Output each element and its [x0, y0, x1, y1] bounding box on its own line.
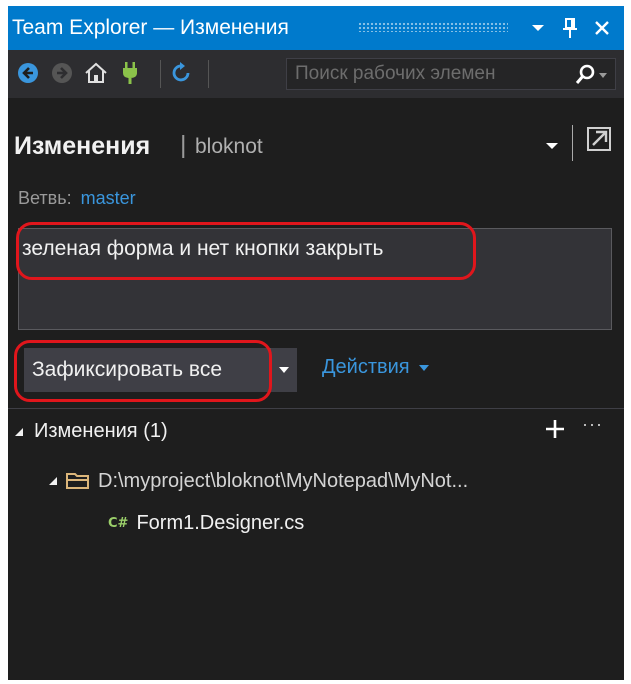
commit-message-field[interactable]: зеленая форма и нет кнопки закрыть — [18, 228, 612, 330]
back-icon[interactable] — [14, 58, 42, 88]
toolbar: Поиск рабочих элемен — [8, 50, 624, 98]
window-menu-dropdown-icon[interactable] — [524, 12, 552, 44]
branch-label: Ветвь: — [18, 188, 72, 208]
title-bar: Team Explorer — Изменения — [8, 6, 624, 50]
search-input[interactable]: Поиск рабочих элемен — [295, 63, 557, 85]
branch-info: Ветвь: master — [18, 188, 136, 209]
file-name: Form1.Designer.cs — [136, 511, 305, 534]
page-header: Изменения | bloknot — [8, 98, 624, 176]
toolbar-separator — [208, 60, 209, 88]
page-title: Изменения — [14, 132, 151, 160]
expand-triangle-icon[interactable] — [48, 476, 58, 486]
commit-dropdown-icon[interactable] — [270, 348, 297, 392]
actions-label[interactable]: Действия — [322, 356, 410, 379]
branch-link[interactable]: master — [81, 188, 136, 208]
folder-path: D:\myproject\bloknot\MyNotepad\MyNot... — [98, 469, 469, 492]
pin-icon[interactable] — [556, 12, 584, 44]
screenshot-frame: Team Explorer — Изменения Поиск рабочих … — [0, 0, 631, 684]
section-divider — [8, 408, 624, 409]
actions-menu[interactable]: Действия — [322, 356, 430, 379]
forward-icon[interactable] — [48, 58, 76, 88]
toolbar-separator — [160, 60, 161, 88]
close-icon[interactable] — [588, 12, 616, 44]
commit-message-text[interactable]: зеленая форма и нет кнопки закрыть — [22, 237, 383, 261]
collapse-triangle-icon[interactable] — [14, 427, 24, 437]
more-options-icon[interactable]: ··· — [582, 414, 603, 435]
file-tree-item[interactable]: C# Form1.Designer.cs — [108, 508, 304, 538]
folder-icon — [66, 472, 90, 490]
title-separator: | — [180, 131, 187, 159]
undock-icon[interactable] — [582, 122, 616, 156]
actions-dropdown-icon[interactable] — [418, 364, 430, 372]
commit-all-button[interactable]: Зафиксировать все — [24, 348, 276, 392]
title-grip[interactable] — [358, 22, 508, 32]
search-box[interactable]: Поиск рабочих элемен — [286, 58, 616, 90]
window-title: Team Explorer — Изменения — [12, 16, 289, 39]
connect-icon[interactable] — [116, 58, 144, 88]
header-separator — [572, 125, 573, 161]
changes-section-title: Изменения (1) — [34, 420, 168, 442]
search-icon[interactable] — [573, 61, 609, 89]
repository-name: bloknot — [195, 135, 263, 158]
stage-all-plus-icon[interactable] — [542, 412, 568, 446]
home-icon[interactable] — [82, 58, 110, 88]
team-explorer-panel: Team Explorer — Изменения Поиск рабочих … — [8, 6, 624, 680]
folder-tree-item[interactable]: D:\myproject\bloknot\MyNotepad\MyNot... — [48, 466, 586, 496]
csharp-file-icon: C# — [108, 515, 129, 531]
page-dropdown-icon[interactable] — [542, 130, 562, 162]
refresh-icon[interactable] — [168, 58, 196, 88]
changes-section-header[interactable]: Изменения (1) — [14, 420, 168, 443]
